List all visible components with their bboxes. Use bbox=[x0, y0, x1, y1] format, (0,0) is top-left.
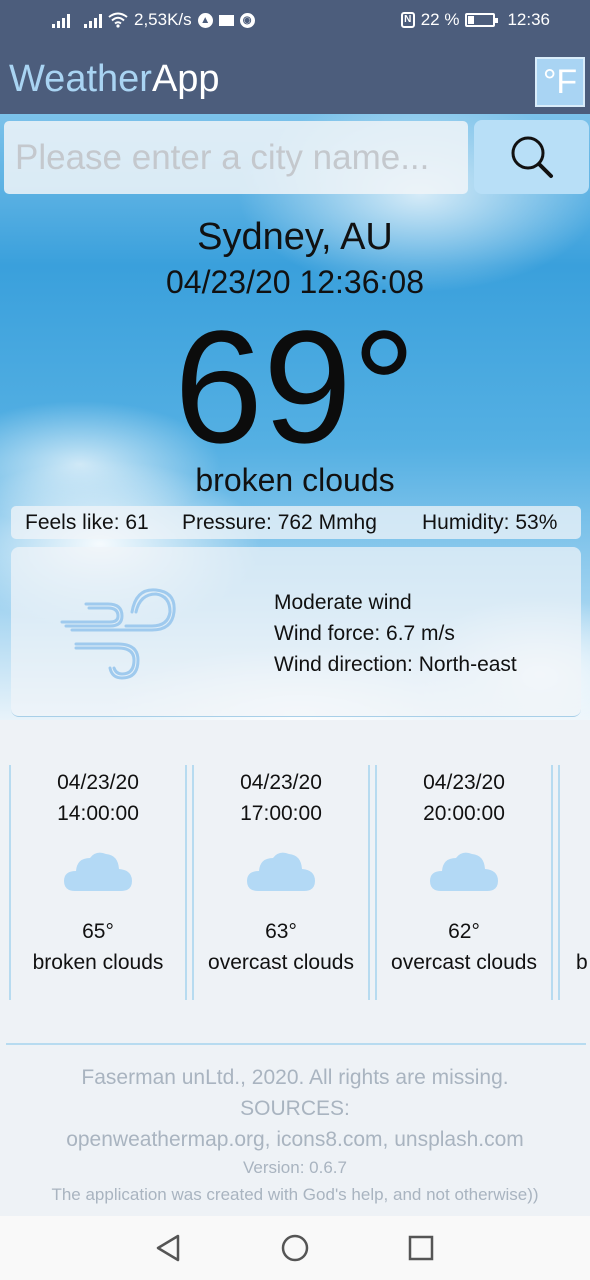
forecast-date: 04/23/20 bbox=[423, 771, 505, 794]
footer-copyright: Faserman unLtd., 2020. All rights are mi… bbox=[81, 1066, 509, 1089]
current-datetime: 04/23/20 12:36:08 bbox=[165, 264, 424, 300]
system-nav-bar bbox=[0, 1216, 590, 1280]
forecast-list[interactable]: 04/23/20 14:00:00 65° broken clouds 04/2… bbox=[0, 765, 590, 1001]
unit-toggle-button[interactable]: °F bbox=[535, 57, 585, 107]
wifi-icon bbox=[108, 12, 128, 28]
forecast-date: 04/23/20 bbox=[57, 771, 139, 794]
forecast-card[interactable]: 04/23/20 20:00:00 62° overcast clouds bbox=[375, 765, 553, 1000]
footer-note: The application was created with God's h… bbox=[51, 1185, 539, 1204]
app-title-app: App bbox=[151, 58, 220, 100]
wind-card: Moderate wind Wind force: 6.7 m/s Wind d… bbox=[11, 547, 581, 717]
forecast-desc: overcast clouds bbox=[391, 951, 537, 974]
search-icon bbox=[511, 136, 553, 178]
forecast-time: 20:00:00 bbox=[423, 802, 505, 825]
current-temperature: 69° bbox=[174, 297, 416, 476]
mail-icon bbox=[218, 14, 234, 26]
battery-percent: 22 % bbox=[420, 10, 460, 29]
battery-icon bbox=[465, 13, 499, 27]
status-bar: 2,53K/s ▲ ◉ N 22 % 12:36 bbox=[0, 0, 590, 40]
signal-icon bbox=[52, 12, 70, 28]
weather-details-bar: Feels like: 61 Pressure: 762 Mmhg Humidi… bbox=[11, 506, 581, 539]
wind-icon bbox=[60, 588, 176, 680]
pressure: Pressure: 762 Mmhg bbox=[182, 511, 377, 534]
forecast-card[interactable]: 04/23/20 17:00:00 63° overcast clouds bbox=[192, 765, 370, 1000]
wind-info: Moderate wind Wind force: 6.7 m/s Wind d… bbox=[274, 587, 517, 680]
cloud-icon bbox=[247, 852, 315, 891]
footer-version: Version: 0.6.7 bbox=[243, 1158, 347, 1177]
status-left: 2,53K/s ▲ ◉ bbox=[52, 10, 255, 30]
chrome-icon: ◉ bbox=[239, 12, 255, 28]
footer-sources-label: SOURCES: bbox=[240, 1097, 350, 1120]
weather-description: broken clouds bbox=[195, 462, 395, 498]
back-icon[interactable] bbox=[154, 1233, 184, 1263]
cloud-icon bbox=[64, 852, 132, 891]
divider bbox=[6, 1043, 586, 1045]
forecast-temp: 65° bbox=[82, 920, 114, 943]
home-icon[interactable] bbox=[280, 1233, 310, 1263]
search-button[interactable] bbox=[474, 120, 589, 194]
forecast-card-partial[interactable]: b bbox=[558, 765, 590, 1000]
forecast-desc: b bbox=[576, 951, 588, 974]
nfc-icon: N bbox=[400, 12, 415, 28]
forecast-date: 04/23/20 bbox=[240, 771, 322, 794]
forecast-time: 17:00:00 bbox=[240, 802, 322, 825]
footer-sources: openweathermap.org, icons8.com, unsplash… bbox=[66, 1128, 524, 1151]
app-title: WeatherApp bbox=[9, 58, 220, 101]
app-title-weather: Weather bbox=[9, 58, 152, 100]
recents-icon[interactable] bbox=[406, 1233, 436, 1263]
humidity: Humidity: 53% bbox=[422, 511, 558, 534]
forecast-desc: overcast clouds bbox=[208, 951, 354, 974]
city-search-input[interactable] bbox=[4, 121, 468, 194]
vpn-icon: ▲ bbox=[197, 12, 213, 28]
signal-icon bbox=[84, 12, 102, 28]
forecast-temp: 63° bbox=[265, 920, 297, 943]
wind-force: Wind force: 6.7 m/s bbox=[274, 622, 455, 645]
forecast-desc: broken clouds bbox=[32, 951, 164, 974]
app-bar: WeatherApp °F bbox=[0, 40, 590, 114]
forecast-time: 14:00:00 bbox=[57, 802, 139, 825]
feels-like: Feels like: 61 bbox=[25, 511, 149, 534]
forecast-temp: 62° bbox=[448, 920, 480, 943]
wind-label: Moderate wind bbox=[274, 591, 412, 614]
clock: 12:36 bbox=[507, 10, 550, 29]
status-right: N 22 % 12:36 bbox=[400, 10, 550, 30]
city-name: Sydney, AU bbox=[197, 216, 393, 258]
cloud-icon bbox=[430, 852, 498, 891]
wind-direction: Wind direction: North-east bbox=[274, 653, 517, 676]
net-speed: 2,53K/s bbox=[134, 10, 192, 29]
forecast-card[interactable]: 04/23/20 14:00:00 65° broken clouds bbox=[9, 765, 187, 1000]
